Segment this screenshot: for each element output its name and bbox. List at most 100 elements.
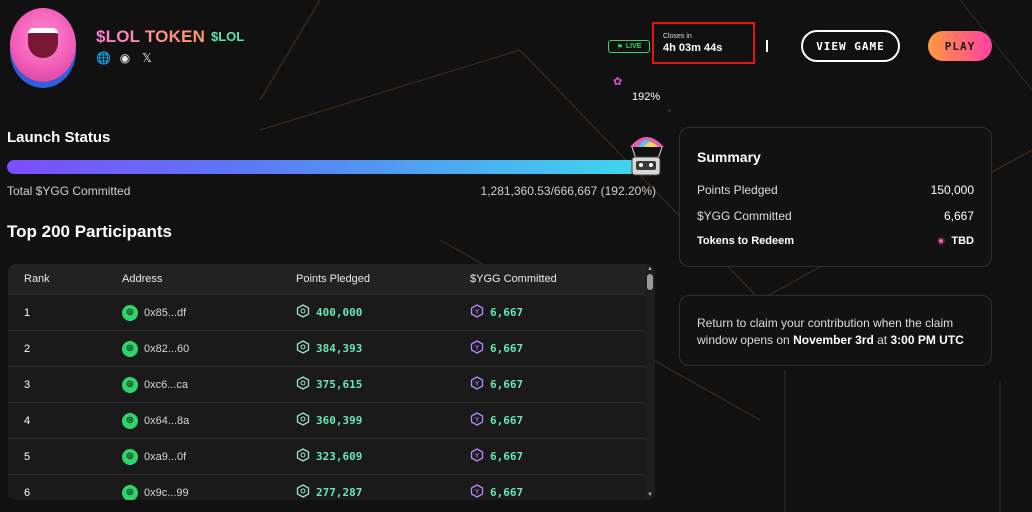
live-badge: ⚑ LIVE	[608, 40, 650, 53]
row-rank: 4	[24, 414, 31, 427]
summary-points-value: 150,000	[930, 183, 974, 197]
claim-date: November 3rd	[793, 333, 874, 347]
svg-text:Y: Y	[474, 452, 480, 460]
table-row: 6 ⊛ 0x9c...99 277,287 Y 6,667	[8, 474, 646, 500]
table-row: 4 ⊛ 0x64...8a 360,399 Y 6,667	[8, 402, 646, 438]
token-header: $LOL TOKEN $LOL 🌐 ◉ 𝕏 ⚑ LIVE Closes in 4…	[0, 0, 1032, 100]
wallet-avatar-icon: ⊛	[122, 376, 138, 393]
row-address: 0x82...60	[144, 342, 190, 355]
row-points-cell: 375,615	[296, 376, 362, 393]
table-body: 1 ⊛ 0x85...df 400,000 Y 6,667 2 ⊛ 0x82...60 384,3…	[8, 294, 655, 500]
row-address-cell: ⊛ 0x82...60	[122, 340, 190, 357]
header-divider	[766, 40, 768, 52]
ygg-hex-icon: Y	[470, 448, 484, 465]
claim-text-mid: at	[873, 333, 891, 347]
row-address: 0x85...df	[144, 306, 187, 319]
row-points: 360,399	[316, 414, 363, 427]
table-header: Rank Address Points Pledged $YGG Committ…	[8, 264, 646, 294]
token-ticker: $LOL	[211, 29, 245, 44]
row-ygg: 6,667	[490, 486, 524, 499]
logo-mouth-icon	[28, 28, 58, 58]
svg-text:Y: Y	[474, 488, 480, 496]
countdown-time: 4h 03m 44s	[663, 42, 723, 54]
row-address: 0x9c...99	[144, 486, 189, 499]
summary-title: Summary	[697, 149, 761, 165]
ygg-hex-icon: Y	[470, 376, 484, 393]
svg-text:Y: Y	[474, 344, 480, 352]
svg-text:Y: Y	[474, 416, 480, 424]
summary-redeem-value: TBD	[951, 235, 974, 247]
row-ygg: 6,667	[490, 306, 524, 319]
row-address-cell: ⊛ 0xa9...0f	[122, 448, 187, 465]
row-ygg-cell: Y 6,667	[470, 340, 523, 357]
wallet-avatar-icon: ⊛	[122, 304, 138, 321]
participants-title: Top 200 Participants	[7, 222, 173, 241]
scroll-thumb[interactable]	[647, 274, 653, 290]
points-hex-icon	[296, 304, 310, 321]
live-label: LIVE	[625, 43, 642, 50]
claim-info-card: Return to claim your contribution when t…	[679, 295, 992, 366]
wallet-avatar-icon: ⊛	[122, 448, 138, 465]
launch-progress-bar	[7, 160, 637, 174]
view-game-button[interactable]: VIEW GAME	[801, 30, 900, 62]
participants-table: Rank Address Points Pledged $YGG Committ…	[8, 264, 655, 500]
globe-icon[interactable]: 🌐	[96, 51, 111, 65]
row-address-cell: ⊛ 0xc6...ca	[122, 376, 189, 393]
row-ygg: 6,667	[490, 378, 524, 391]
social-links: 🌐 ◉ 𝕏	[96, 51, 154, 65]
row-points: 277,287	[316, 486, 363, 499]
row-address-cell: ⊛ 0x64...8a	[122, 412, 190, 429]
header-ygg: $YGG Committed	[470, 273, 557, 285]
ygg-hex-icon: Y	[470, 340, 484, 357]
row-ygg: 6,667	[490, 450, 524, 463]
header-address: Address	[122, 273, 163, 285]
row-points-cell: 360,399	[296, 412, 362, 429]
points-hex-icon	[296, 412, 310, 429]
launch-progress-fill	[7, 160, 637, 174]
table-row: 1 ⊛ 0x85...df 400,000 Y 6,667	[8, 294, 646, 330]
row-points: 375,615	[316, 378, 363, 391]
row-ygg: 6,667	[490, 342, 524, 355]
x-icon[interactable]: 𝕏	[140, 51, 154, 65]
play-button[interactable]: PLAY	[928, 31, 992, 61]
table-row: 2 ⊛ 0x82...60 384,393 Y 6,667	[8, 330, 646, 366]
wallet-avatar-icon: ⊛	[122, 412, 138, 429]
flag-icon: ⚑	[616, 43, 623, 51]
summary-redeem-row: Tokens to Redeem TBD	[697, 235, 974, 247]
scroll-down-icon[interactable]: ▼	[647, 492, 653, 498]
discord-icon[interactable]: ◉	[118, 51, 132, 65]
total-committed-value: 1,281,360.53/666,667 (192.20%)	[480, 184, 656, 198]
summary-card: Summary Points Pledged 150,000 $YGG Comm…	[679, 127, 992, 267]
summary-redeem-value-wrap: TBD	[937, 235, 974, 247]
row-address-cell: ⊛ 0x85...df	[122, 304, 187, 321]
row-points-cell: 277,287	[296, 484, 362, 500]
row-rank: 2	[24, 342, 31, 355]
svg-text:Y: Y	[474, 380, 480, 388]
ygg-hex-icon: Y	[470, 304, 484, 321]
ygg-hex-icon: Y	[470, 412, 484, 429]
points-hex-icon	[296, 376, 310, 393]
countdown-box: Closes in 4h 03m 44s	[652, 22, 755, 64]
parachute-mascot-icon	[630, 137, 664, 176]
row-points-cell: 384,393	[296, 340, 362, 357]
wallet-avatar-icon: ⊛	[122, 484, 138, 500]
row-ygg: 6,667	[490, 414, 524, 427]
launch-status-title: Launch Status	[7, 129, 111, 146]
row-address: 0xa9...0f	[144, 450, 187, 463]
row-ygg-cell: Y 6,667	[470, 304, 523, 321]
wallet-avatar-icon: ⊛	[122, 340, 138, 357]
header-rank: Rank	[24, 273, 50, 285]
row-address: 0xc6...ca	[144, 378, 189, 391]
row-points: 400,000	[316, 306, 363, 319]
summary-points-label: Points Pledged	[697, 183, 778, 197]
lol-token-icon	[937, 237, 946, 245]
row-rank: 3	[24, 378, 31, 391]
header-points: Points Pledged	[296, 273, 370, 285]
row-points-cell: 400,000	[296, 304, 362, 321]
points-hex-icon	[296, 448, 310, 465]
svg-text:Y: Y	[474, 308, 480, 316]
table-scrollbar[interactable]: ▲ ▼	[645, 264, 655, 500]
row-address: 0x64...8a	[144, 414, 190, 427]
scroll-up-icon[interactable]: ▲	[647, 266, 653, 272]
row-rank: 1	[24, 306, 31, 319]
